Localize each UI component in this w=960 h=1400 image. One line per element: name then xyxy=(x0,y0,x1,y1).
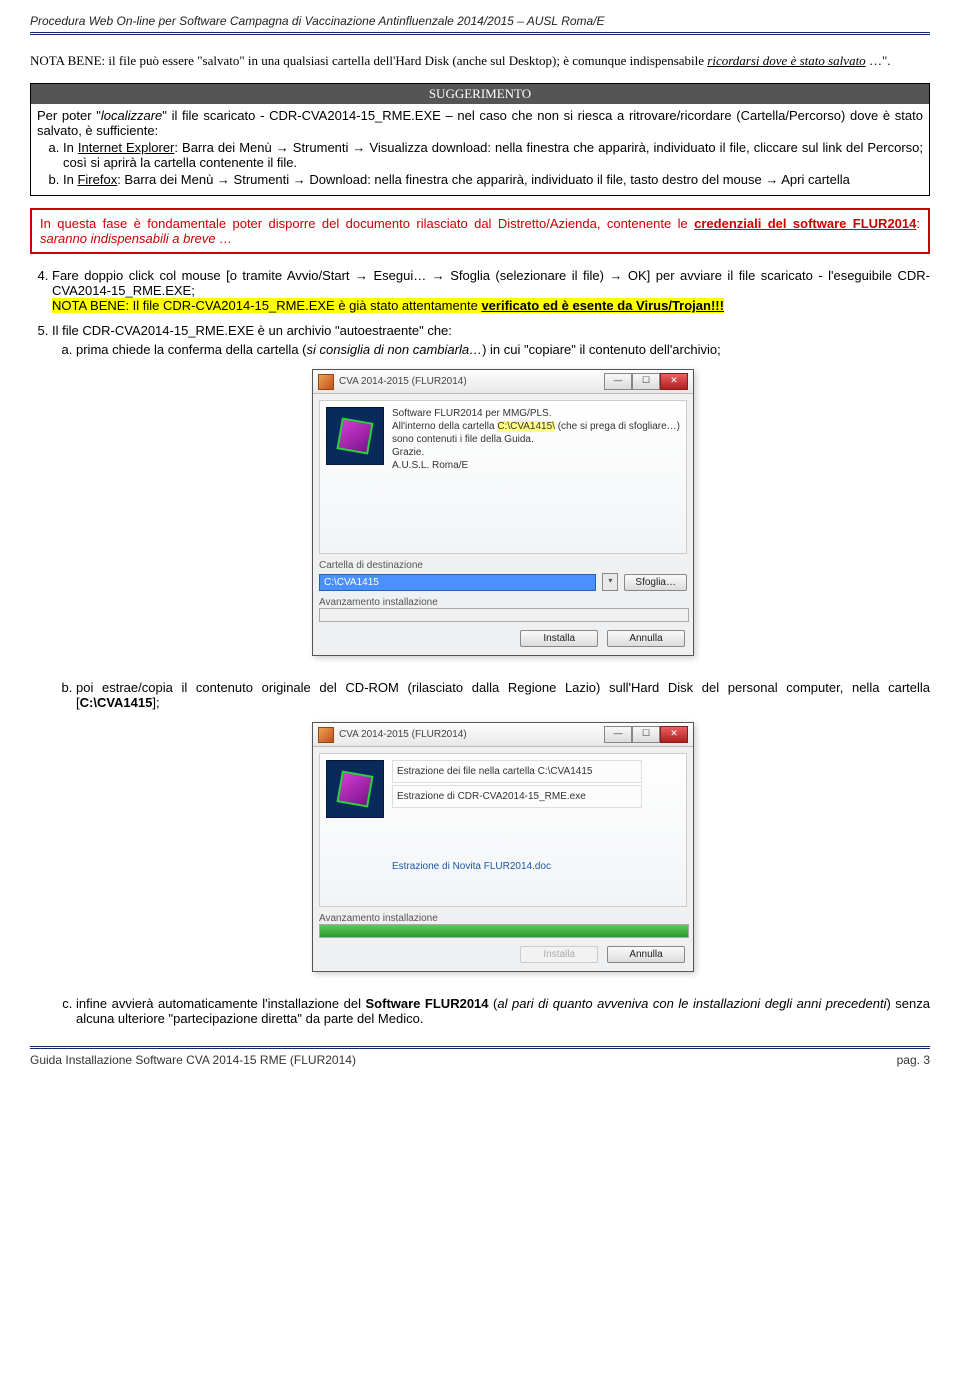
sugg-intro-b: localizzare xyxy=(101,108,162,123)
redbox-a: In questa fase è fondamentale poter disp… xyxy=(40,216,694,231)
dlg2-extract-label: Estrazione di Novita FLUR2014.doc xyxy=(392,860,642,873)
step5-a-post: ) in cui "copiare" il contenuto dell'arc… xyxy=(482,342,721,357)
minimize-button[interactable]: — xyxy=(604,726,632,743)
app-icon xyxy=(318,374,334,390)
step5-intro: Il file CDR-CVA2014-15_RME.EXE è un arch… xyxy=(52,323,452,338)
dlg1-line3: Grazie. xyxy=(392,446,680,459)
step5-a: prima chiede la conferma della cartella … xyxy=(76,342,930,656)
step-4: Fare doppio click col mouse [o tramite A… xyxy=(52,268,930,313)
dlg1-line4: A.U.S.L. Roma/E xyxy=(392,459,680,472)
footer-right: pag. 3 xyxy=(897,1053,930,1067)
dialog1-title: CVA 2014-2015 (FLUR2014) xyxy=(339,376,467,387)
redbox-b: credenziali del software FLUR2014 xyxy=(694,216,916,231)
sugg-intro-c: " il file scaricato - CDR-CVA2014-15_RME… xyxy=(37,108,923,138)
extract-dialog-2: CVA 2014-2015 (FLUR2014) — ☐ ✕ xyxy=(312,722,694,972)
browse-button[interactable]: Sfoglia… xyxy=(624,574,687,591)
dlg2-line1: Estrazione dei file nella cartella C:\CV… xyxy=(392,760,642,783)
sugg-a-pre: In xyxy=(63,140,78,155)
dialog2-title: CVA 2014-2015 (FLUR2014) xyxy=(339,729,467,740)
redbox-d: saranno indispensabili a breve … xyxy=(40,231,232,246)
dlg2-line2: Estrazione di CDR-CVA2014-15_RME.exe xyxy=(392,785,642,808)
step4-nota-a: NOTA BENE: Il file CDR-CVA2014-15_RME.EX… xyxy=(52,298,481,313)
step5-c-pre: infine avvierà automaticamente l'install… xyxy=(76,996,366,1011)
redbox-c: : xyxy=(916,216,920,231)
step5-c-it: al pari di quanto avveniva con le instal… xyxy=(497,996,886,1011)
sugg-b-pre: In xyxy=(63,172,77,187)
dlg1-line2b: C:\CVA1415\ xyxy=(497,421,555,432)
suggerimento-title: SUGGERIMENTO xyxy=(31,84,929,104)
sugg-item-b: In Firefox: Barra dei Menù → Strumenti →… xyxy=(63,172,923,187)
nota-bene: NOTA BENE: il file può essere "salvato" … xyxy=(30,53,930,69)
sugg-intro-a: Per poter " xyxy=(37,108,101,123)
titlebar: CVA 2014-2015 (FLUR2014) — ☐ ✕ xyxy=(313,370,693,394)
install-button[interactable]: Installa xyxy=(520,630,598,647)
step5-c: infine avvierà automaticamente l'install… xyxy=(76,996,930,1026)
step5-c-bold: Software FLUR2014 xyxy=(366,996,489,1011)
install-button-disabled: Installa xyxy=(520,946,598,963)
package-icon xyxy=(326,760,384,818)
destination-dropdown[interactable]: ▾ xyxy=(602,573,618,591)
step5-b: poi estrae/copia il contenuto originale … xyxy=(76,680,930,972)
sugg-a-link: Internet Explorer xyxy=(78,140,175,155)
close-button[interactable]: ✕ xyxy=(660,726,688,743)
titlebar: CVA 2014-2015 (FLUR2014) — ☐ ✕ xyxy=(313,723,693,747)
step5-b-pre: poi estrae/copia il contenuto originale … xyxy=(76,680,930,710)
sugg-b-post: : Barra dei Menù → Strumenti → Download:… xyxy=(117,172,850,187)
footer-left: Guida Installazione Software CVA 2014-15… xyxy=(30,1053,356,1067)
step5-b-bold: C:\CVA1415 xyxy=(80,695,153,710)
close-button[interactable]: ✕ xyxy=(660,373,688,390)
progress-label-2: Avanzamento installazione xyxy=(319,913,687,924)
step4-nota-b: verificato ed è esente da Virus/Trojan!!… xyxy=(481,298,724,313)
maximize-button[interactable]: ☐ xyxy=(632,373,660,390)
progress-label: Avanzamento installazione xyxy=(319,597,687,608)
sugg-a-post: : Barra dei Menù → Strumenti → Visualizz… xyxy=(63,140,923,170)
package-icon xyxy=(326,407,384,465)
step5-a-pre: prima chiede la conferma della cartella … xyxy=(76,342,307,357)
step5-b-post: ]; xyxy=(152,695,159,710)
nota-emph: ricordarsi dove è stato salvato xyxy=(707,53,865,68)
step-5: Il file CDR-CVA2014-15_RME.EXE è un arch… xyxy=(52,323,930,1026)
page-header: Procedura Web On-line per Software Campa… xyxy=(30,14,930,35)
progress-bar-2 xyxy=(319,924,689,938)
cancel-button-2[interactable]: Annulla xyxy=(607,946,685,963)
credentials-alert: In questa fase è fondamentale poter disp… xyxy=(30,208,930,254)
dlg1-line2a: All'interno della cartella xyxy=(392,421,497,432)
maximize-button[interactable]: ☐ xyxy=(632,726,660,743)
step5-a-it: si consiglia di non cambiarla… xyxy=(307,342,483,357)
progress-bar xyxy=(319,608,689,622)
extract-dialog-1: CVA 2014-2015 (FLUR2014) — ☐ ✕ xyxy=(312,369,694,656)
destination-input[interactable]: C:\CVA1415 xyxy=(319,574,596,591)
minimize-button[interactable]: — xyxy=(604,373,632,390)
nota-suffix: …". xyxy=(866,53,891,68)
suggerimento-box: SUGGERIMENTO Per poter "localizzare" il … xyxy=(30,83,930,196)
sugg-item-a: In Internet Explorer: Barra dei Menù → S… xyxy=(63,140,923,170)
app-icon xyxy=(318,727,334,743)
dest-label: Cartella di destinazione xyxy=(319,560,687,571)
sugg-b-link: Firefox xyxy=(77,172,117,187)
page-footer: Guida Installazione Software CVA 2014-15… xyxy=(30,1046,930,1067)
dlg1-line1: Software FLUR2014 per MMG/PLS. xyxy=(392,407,680,420)
nota-prefix: NOTA BENE: il file può essere "salvato" … xyxy=(30,53,707,68)
cancel-button[interactable]: Annulla xyxy=(607,630,685,647)
step4-text: Fare doppio click col mouse [o tramite A… xyxy=(52,268,930,298)
